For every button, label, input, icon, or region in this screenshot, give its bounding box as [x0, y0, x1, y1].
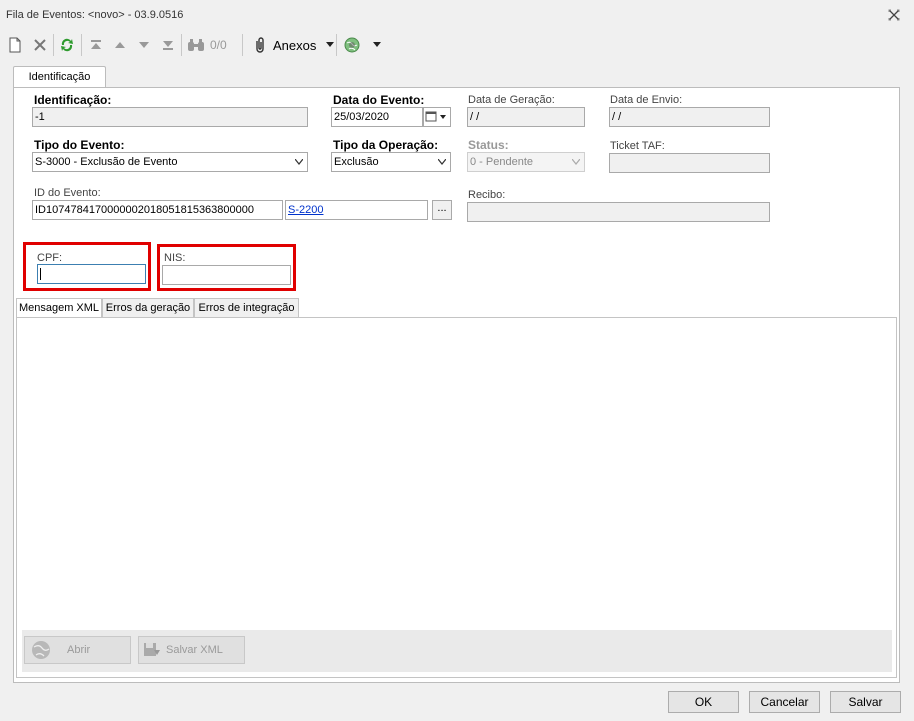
nis-field[interactable]: [162, 265, 291, 285]
globe-icon: [32, 641, 50, 659]
abrir-button[interactable]: Abrir: [24, 636, 131, 664]
tipo-evento-value: S-3000 - Exclusão de Evento: [35, 156, 178, 168]
refresh-icon[interactable]: [57, 35, 77, 55]
tab-erros-integracao[interactable]: Erros de integração: [194, 298, 299, 318]
next-record-icon[interactable]: [134, 35, 154, 55]
chevron-down-icon: [438, 159, 446, 165]
data-envio-field: / /: [609, 107, 770, 127]
data-evento-label: Data do Evento:: [333, 93, 425, 107]
status-value: 0 - Pendente: [470, 156, 533, 168]
globe-icon[interactable]: [342, 35, 362, 55]
id-evento-link-field[interactable]: S-2200: [285, 200, 428, 220]
data-envio-label: Data de Envio:: [610, 94, 683, 106]
recibo-field: [467, 202, 770, 222]
previous-record-icon[interactable]: [110, 35, 130, 55]
toolbar-separator: [181, 34, 182, 56]
id-evento-label: ID do Evento:: [34, 187, 101, 199]
last-record-icon[interactable]: [158, 35, 178, 55]
data-geracao-field: / /: [467, 107, 585, 127]
salvar-xml-label: Salvar XML: [166, 644, 223, 656]
toolbar-separator: [53, 34, 54, 56]
delete-icon[interactable]: [30, 35, 50, 55]
window-title: Fila de Eventos: <novo> - 03.9.0516: [6, 9, 184, 21]
chevron-down-icon: [295, 159, 303, 165]
calendar-picker[interactable]: [423, 107, 451, 127]
chevron-down-icon[interactable]: [367, 35, 387, 55]
title-bar: Fila de Eventos: <novo> - 03.9.0516: [0, 0, 914, 30]
tipo-operacao-select[interactable]: Exclusão: [331, 152, 451, 172]
cpf-label: CPF:: [37, 252, 63, 264]
chevron-down-icon: [572, 159, 580, 165]
toolbar-separator: [81, 34, 82, 56]
tab-mensagem-xml[interactable]: Mensagem XML: [16, 298, 102, 319]
s2200-link[interactable]: S-2200: [288, 204, 323, 216]
cancel-button[interactable]: Cancelar: [749, 691, 820, 713]
new-document-icon[interactable]: [5, 35, 25, 55]
chevron-down-icon[interactable]: [320, 35, 340, 55]
status-label: Status:: [468, 138, 509, 152]
tab-identificacao[interactable]: Identificação: [13, 66, 106, 88]
text-cursor: [40, 268, 41, 280]
toolbar-separator: [336, 34, 337, 56]
ticket-taf-field: [609, 153, 770, 173]
nis-label: NIS:: [164, 252, 186, 264]
abrir-label: Abrir: [67, 644, 91, 656]
identificacao-label: Identificação:: [34, 93, 112, 107]
record-counter: 0/0: [210, 38, 227, 52]
salvar-xml-button[interactable]: Salvar XML: [138, 636, 245, 664]
recibo-label: Recibo:: [468, 189, 506, 201]
xml-message-panel: [16, 317, 897, 678]
save-icon: [144, 643, 160, 656]
cpf-field[interactable]: [37, 264, 146, 284]
status-select: 0 - Pendente: [467, 152, 585, 172]
tipo-evento-select[interactable]: S-3000 - Exclusão de Evento: [32, 152, 308, 172]
identificacao-field[interactable]: -1: [32, 107, 308, 127]
binoculars-icon[interactable]: [186, 35, 206, 55]
browse-button[interactable]: ...: [432, 200, 452, 220]
toolbar: 0/0 Anexos: [0, 30, 914, 60]
ticket-taf-label: Ticket TAF:: [610, 140, 665, 152]
close-icon[interactable]: [886, 7, 902, 23]
toolbar-separator: [242, 34, 243, 56]
id-evento-field[interactable]: ID1074784170000002018051815363800000: [32, 200, 283, 220]
tipo-evento-label: Tipo do Evento:: [34, 138, 125, 152]
paperclip-icon[interactable]: [250, 35, 270, 55]
attachments-button[interactable]: Anexos: [273, 38, 316, 53]
save-button[interactable]: Salvar: [830, 691, 901, 713]
first-record-icon[interactable]: [86, 35, 106, 55]
tab-erros-geracao[interactable]: Erros da geração: [102, 298, 194, 318]
tipo-operacao-label: Tipo da Operação:: [333, 138, 439, 152]
tipo-operacao-value: Exclusão: [334, 156, 379, 168]
data-geracao-label: Data de Geração:: [468, 94, 555, 106]
calendar-icon: [425, 111, 446, 122]
data-evento-field[interactable]: 25/03/2020: [331, 107, 423, 127]
ok-button[interactable]: OK: [668, 691, 739, 713]
